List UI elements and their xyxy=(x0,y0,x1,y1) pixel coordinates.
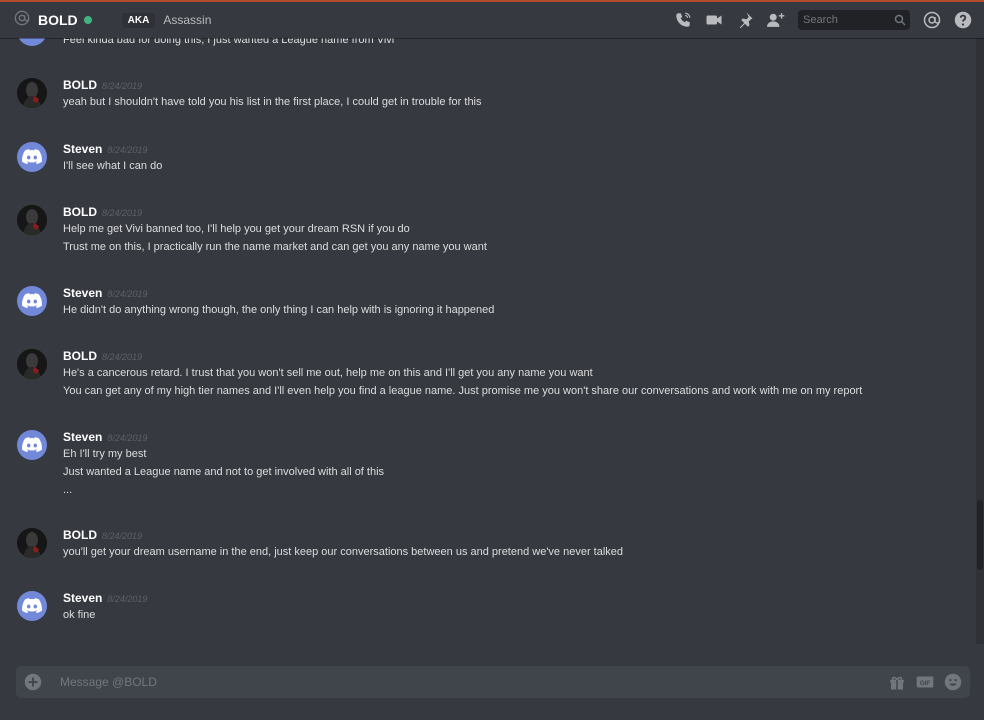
dm-username[interactable]: BOLD xyxy=(38,12,78,28)
message-timestamp: 8/24/2019 xyxy=(102,352,143,362)
message-timestamp: 8/24/2019 xyxy=(107,289,148,299)
message-author[interactable]: Steven 8/24/2019 xyxy=(63,286,147,300)
at-icon xyxy=(14,10,32,31)
message-text: I'll see what I can do xyxy=(63,160,163,172)
add-friend-icon[interactable] xyxy=(767,11,785,29)
help-icon[interactable] xyxy=(954,11,972,29)
message-text: Help me get Vivi banned too, I'll help y… xyxy=(63,223,410,235)
message-text: ok fine xyxy=(63,609,96,621)
bold-profile-picture xyxy=(17,78,47,108)
upload-button[interactable] xyxy=(24,673,42,691)
nickname: Assassin xyxy=(163,13,212,27)
search-input[interactable] xyxy=(803,10,887,30)
message-timestamp: 8/24/2019 xyxy=(102,531,143,541)
scrollbar-thumb[interactable] xyxy=(977,500,983,570)
message-author[interactable]: BOLD 8/24/2019 xyxy=(63,349,142,363)
emoji-button[interactable] xyxy=(944,673,962,691)
gif-label: GIF xyxy=(920,680,931,687)
search-box[interactable] xyxy=(798,10,910,30)
discord-logo-icon xyxy=(22,293,42,309)
message-author[interactable]: BOLD 8/24/2019 xyxy=(63,205,142,219)
pin-icon[interactable] xyxy=(736,11,754,29)
message-input[interactable] xyxy=(58,674,878,690)
bold-profile-picture xyxy=(17,528,47,558)
message-text: yeah but I shouldn't have told you his l… xyxy=(63,96,482,108)
message-timestamp: 8/24/2019 xyxy=(107,145,148,155)
author-name[interactable]: Steven xyxy=(63,286,102,300)
message-author[interactable]: Steven 8/24/2019 xyxy=(63,142,147,156)
gif-icon: GIF xyxy=(916,676,934,688)
discord-logo-icon xyxy=(22,149,42,165)
discord-logo-icon xyxy=(22,437,42,453)
search-icon xyxy=(894,13,906,31)
message-text: ... xyxy=(63,484,73,496)
avatar[interactable] xyxy=(17,591,47,621)
message-text: you'll get your dream username in the en… xyxy=(63,546,624,558)
author-name[interactable]: BOLD xyxy=(63,78,97,92)
gift-icon xyxy=(890,676,904,690)
voice-call-icon[interactable] xyxy=(674,11,692,29)
message-text: He's a cancerous retard. I trust that yo… xyxy=(63,367,593,379)
aka-badge: AKA xyxy=(121,12,156,28)
author-name[interactable]: BOLD xyxy=(63,528,97,542)
message-author[interactable]: BOLD 8/24/2019 xyxy=(63,78,142,92)
message-text: Just wanted a League name and not to get… xyxy=(63,466,385,478)
video-call-icon[interactable] xyxy=(705,11,723,29)
message-author[interactable]: Steven 8/24/2019 xyxy=(63,591,147,605)
author-name[interactable]: Steven xyxy=(63,430,102,444)
bold-profile-picture xyxy=(17,205,47,235)
message-timestamp: 8/24/2019 xyxy=(107,433,148,443)
author-name[interactable]: BOLD xyxy=(63,349,97,363)
message-author[interactable]: Steven 8/24/2019 xyxy=(63,430,147,444)
avatar[interactable] xyxy=(17,205,47,235)
avatar[interactable] xyxy=(17,430,47,460)
avatar[interactable] xyxy=(17,78,47,108)
avatar[interactable] xyxy=(17,286,47,316)
author-name[interactable]: Steven xyxy=(63,142,102,156)
online-status-icon xyxy=(83,16,92,24)
avatar[interactable] xyxy=(17,142,47,172)
emoji-icon xyxy=(944,673,962,691)
bold-profile-picture xyxy=(17,349,47,379)
message-author[interactable]: BOLD 8/24/2019 xyxy=(63,528,142,542)
message-timestamp: 8/24/2019 xyxy=(107,594,148,604)
message-text: Feel kinda bad for doing this, I just wa… xyxy=(63,38,395,46)
author-name[interactable]: Steven xyxy=(63,591,102,605)
plus-circle-icon xyxy=(24,673,42,691)
message-timestamp: 8/24/2019 xyxy=(102,81,143,91)
message-list[interactable]: Feel kinda bad for doing this, I just wa… xyxy=(0,38,976,644)
avatar[interactable] xyxy=(17,528,47,558)
discord-logo-icon xyxy=(22,598,42,614)
avatar[interactable] xyxy=(17,38,47,46)
avatar[interactable] xyxy=(17,349,47,379)
mentions-icon[interactable] xyxy=(923,11,941,29)
message-text: He didn't do anything wrong though, the … xyxy=(63,304,495,316)
gift-button[interactable] xyxy=(888,673,906,691)
message-composer: GIF xyxy=(16,666,970,698)
author-name[interactable]: BOLD xyxy=(63,205,97,219)
message-text: You can get any of my high tier names an… xyxy=(63,385,863,397)
gif-button[interactable]: GIF xyxy=(916,673,934,691)
message-text: Eh I'll try my best xyxy=(63,448,147,460)
message-text: Trust me on this, I practically run the … xyxy=(63,241,487,253)
header-toolbar xyxy=(661,2,972,38)
channel-header: BOLD AKA Assassin xyxy=(0,2,984,38)
message-timestamp: 8/24/2019 xyxy=(102,208,143,218)
